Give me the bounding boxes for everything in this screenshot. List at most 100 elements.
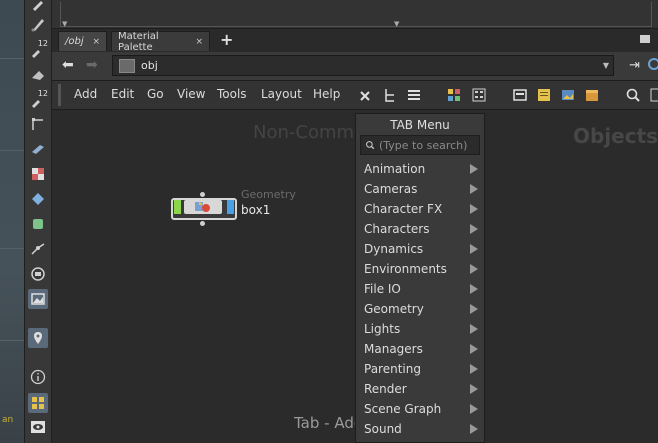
- toolbar-grip[interactable]: [58, 84, 61, 106]
- brush-icon[interactable]: [28, 0, 48, 14]
- color-grid-icon[interactable]: [446, 87, 462, 103]
- submenu-arrow-icon: [470, 364, 478, 374]
- submenu-arrow-icon: [470, 344, 478, 354]
- geometry-node-icon: [193, 200, 213, 217]
- scroll-right-arrow-icon[interactable]: ▼: [394, 20, 399, 28]
- menu-item-label: Render: [364, 382, 407, 396]
- menu-item-geometry[interactable]: Geometry: [356, 299, 484, 319]
- context-watermark: Non-Comm: [253, 122, 355, 143]
- path-bar: ⬅ ➡ obj ▼ ⇥: [52, 52, 658, 81]
- viewport-label: an: [2, 415, 14, 425]
- list-view-icon[interactable]: [471, 87, 487, 103]
- tab-menu-search[interactable]: [360, 135, 480, 155]
- node-box1[interactable]: [171, 192, 237, 226]
- input-connector[interactable]: [200, 192, 205, 197]
- menu-item-cameras[interactable]: Cameras: [356, 179, 484, 199]
- pen-icon[interactable]: [28, 14, 48, 34]
- tree-icon[interactable]: [382, 87, 398, 103]
- submenu-arrow-icon: [470, 264, 478, 274]
- scroll-track[interactable]: [60, 2, 652, 27]
- number-tool-icon[interactable]: 12: [28, 39, 48, 60]
- menu-item-label: Cameras: [364, 182, 418, 196]
- zoom-icon[interactable]: [625, 87, 641, 103]
- number-tool-2-icon[interactable]: 12: [28, 89, 48, 110]
- scroll-left-arrow-icon[interactable]: ▼: [62, 20, 67, 28]
- menu-help[interactable]: Help: [313, 87, 340, 101]
- render-flag[interactable]: [227, 200, 234, 214]
- close-icon[interactable]: ×: [195, 37, 203, 47]
- submenu-arrow-icon: [470, 184, 478, 194]
- menu-edit[interactable]: Edit: [111, 87, 134, 101]
- image-view-icon[interactable]: [28, 289, 48, 309]
- curve-icon[interactable]: [28, 114, 48, 134]
- menu-item-render[interactable]: Render: [356, 379, 484, 399]
- menu-item-character-fx[interactable]: Character FX: [356, 199, 484, 219]
- plane-icon[interactable]: [28, 139, 48, 159]
- network-box-icon[interactable]: [584, 87, 600, 103]
- tab-material-palette[interactable]: Material Palette ×: [111, 31, 210, 53]
- link-icon[interactable]: [648, 58, 658, 70]
- menu-item-label: Environments: [364, 262, 447, 276]
- location-pin-icon[interactable]: [28, 328, 48, 348]
- search-icon: [366, 141, 375, 150]
- menu-go[interactable]: Go: [147, 87, 164, 101]
- home-icon[interactable]: [649, 87, 658, 103]
- left-toolbar: 12 12: [25, 0, 52, 443]
- tab-obj[interactable]: /obj ×: [58, 31, 107, 51]
- menu-tools[interactable]: Tools: [217, 87, 247, 101]
- menu-item-lights[interactable]: Lights: [356, 319, 484, 339]
- forward-arrow-icon[interactable]: ➡: [86, 57, 98, 73]
- submenu-arrow-icon: [470, 384, 478, 394]
- search-input[interactable]: [379, 138, 479, 152]
- list-icon[interactable]: [406, 87, 422, 103]
- display-flag[interactable]: [174, 200, 181, 214]
- pin-icon[interactable]: ⇥: [629, 58, 640, 73]
- menu-item-characters[interactable]: Characters: [356, 219, 484, 239]
- network-path-field[interactable]: obj ▼: [112, 55, 614, 76]
- image-box-icon[interactable]: [512, 87, 528, 103]
- add-tab-icon[interactable]: +: [220, 30, 233, 49]
- sticky-note-icon[interactable]: [536, 87, 552, 103]
- box-tool-icon[interactable]: [28, 214, 48, 234]
- submenu-arrow-icon: [470, 324, 478, 334]
- menu-item-parenting[interactable]: Parenting: [356, 359, 484, 379]
- submenu-arrow-icon: [470, 164, 478, 174]
- menu-item-dynamics[interactable]: Dynamics: [356, 239, 484, 259]
- submenu-arrow-icon: [470, 404, 478, 414]
- folder-icon: [119, 58, 135, 73]
- submenu-arrow-icon: [470, 424, 478, 434]
- menu-item-sound[interactable]: Sound: [356, 419, 484, 439]
- menu-layout[interactable]: Layout: [261, 87, 302, 101]
- submenu-arrow-icon: [470, 284, 478, 294]
- sculpt-icon[interactable]: [28, 64, 48, 84]
- menu-item-scene-graph[interactable]: Scene Graph: [356, 399, 484, 419]
- menu-item-environments[interactable]: Environments: [356, 259, 484, 279]
- menu-item-label: Scene Graph: [364, 402, 442, 416]
- back-arrow-icon[interactable]: ⬅: [62, 57, 74, 73]
- eye-icon[interactable]: [28, 417, 48, 437]
- node-name-label[interactable]: box1: [241, 203, 270, 217]
- menu-item-label: Character FX: [364, 202, 443, 216]
- record-icon[interactable]: [28, 264, 48, 284]
- close-icon[interactable]: ×: [92, 37, 100, 47]
- menu-add[interactable]: Add: [74, 87, 97, 101]
- grid-layout-icon[interactable]: [28, 393, 48, 413]
- background-image-icon[interactable]: [560, 87, 576, 103]
- menu-item-animation[interactable]: Animation: [356, 159, 484, 179]
- chevron-down-icon[interactable]: ▼: [603, 61, 609, 70]
- checker-icon[interactable]: [28, 164, 48, 184]
- viewport-edge: an: [0, 0, 25, 443]
- info-icon[interactable]: [28, 367, 48, 387]
- menu-item-managers[interactable]: Managers: [356, 339, 484, 359]
- menu-view[interactable]: View: [177, 87, 205, 101]
- network-hint: Tab - Add: [294, 414, 364, 432]
- wrench-icon[interactable]: [358, 87, 374, 103]
- menu-item-label: Animation: [364, 162, 426, 176]
- diamond-icon[interactable]: [28, 189, 48, 209]
- maximize-pane-icon[interactable]: [640, 35, 650, 43]
- menu-item-label: Characters: [364, 222, 430, 236]
- menu-item-file-io[interactable]: File IO: [356, 279, 484, 299]
- joint-icon[interactable]: [28, 239, 48, 259]
- path-value: obj: [141, 59, 158, 72]
- output-connector[interactable]: [200, 221, 205, 226]
